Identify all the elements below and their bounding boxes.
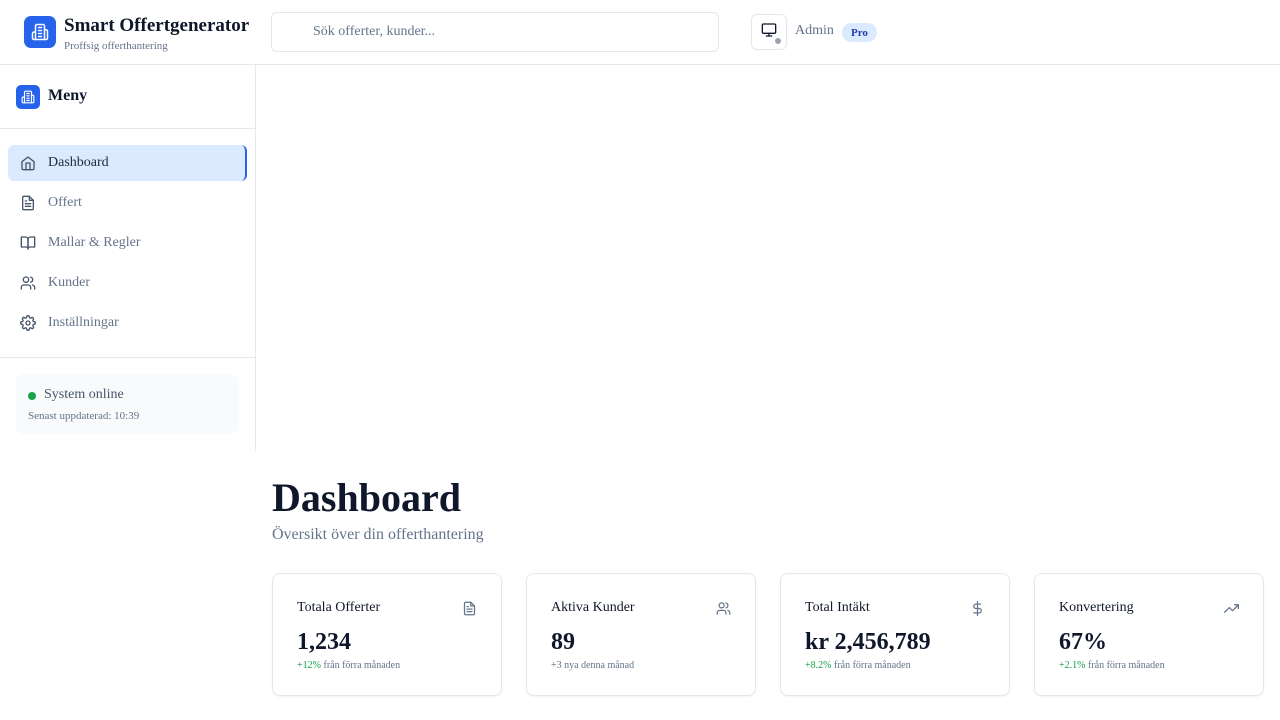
stat-card-delta: +8.2% från förra månaden xyxy=(805,660,911,671)
users-icon xyxy=(715,600,731,616)
stat-card-title: Total Intäkt xyxy=(805,600,870,615)
brand-subtitle: Proffsig offerthantering xyxy=(64,40,168,52)
stat-card-total-offers: Totala Offerter 1,234 +12% från förra må… xyxy=(272,573,502,696)
building-icon xyxy=(16,85,40,109)
book-icon xyxy=(20,235,36,251)
delta-text: från förra månaden xyxy=(1085,660,1165,671)
sidebar-item-label: Dashboard xyxy=(48,155,109,170)
stat-card-title: Konvertering xyxy=(1059,600,1134,615)
delta-text: från förra månaden xyxy=(320,660,401,671)
delta-positive: +12% xyxy=(297,660,321,671)
users-icon xyxy=(20,275,36,291)
top-header: Smart Offertgenerator Proffsig offerthan… xyxy=(0,0,1280,65)
stat-card-delta: +12% från förra månaden xyxy=(297,660,400,671)
online-status-dot xyxy=(28,392,36,400)
search-input[interactable] xyxy=(271,12,719,52)
sidebar: Meny Dashboard Offert Mallar & Regler Ku… xyxy=(0,65,256,451)
delta-text: +3 nya denna månad xyxy=(551,660,635,671)
sidebar-title: Meny xyxy=(48,87,88,104)
home-icon xyxy=(20,155,36,171)
stat-card-title: Aktiva Kunder xyxy=(551,600,635,615)
dollar-icon xyxy=(969,600,985,616)
stat-card-conversion: Konvertering 67% +2.1% från förra månade… xyxy=(1034,573,1264,696)
user-name[interactable]: Admin xyxy=(795,23,834,39)
stat-card-delta: +2.1% från förra månaden xyxy=(1059,660,1165,671)
sidebar-divider xyxy=(0,357,255,358)
monitor-button[interactable] xyxy=(751,14,787,50)
building-icon xyxy=(24,16,56,48)
delta-positive: +8.2% xyxy=(805,660,832,671)
gear-icon xyxy=(20,315,36,331)
sidebar-item-kunder[interactable]: Kunder xyxy=(8,265,247,301)
last-updated-label: Senast uppdaterad: 10:39 xyxy=(28,410,140,422)
page-subtitle: Översikt över din offerthantering xyxy=(272,526,484,543)
sidebar-item-installningar[interactable]: Inställningar xyxy=(8,305,247,341)
stat-card-value: 89 xyxy=(551,629,575,655)
stat-card-title: Totala Offerter xyxy=(297,600,381,615)
sidebar-item-label: Mallar & Regler xyxy=(48,235,141,250)
brand-title: Smart Offertgenerator xyxy=(64,15,250,36)
sidebar-header: Meny xyxy=(0,65,255,129)
system-status-label: System online xyxy=(44,387,124,402)
stat-card-value: 1,234 xyxy=(297,629,351,655)
stat-card-total-revenue: Total Intäkt kr 2,456,789 +8.2% från för… xyxy=(780,573,1010,696)
stat-card-delta: +3 nya denna månad xyxy=(551,660,634,671)
sidebar-item-label: Inställningar xyxy=(48,315,119,330)
trending-up-icon xyxy=(1223,600,1239,616)
stat-card-value: kr 2,456,789 xyxy=(805,629,931,655)
document-icon xyxy=(461,600,477,616)
stat-card-value: 67% xyxy=(1059,629,1107,655)
sidebar-item-mallar[interactable]: Mallar & Regler xyxy=(8,225,247,261)
delta-positive: +2.1% xyxy=(1059,660,1086,671)
delta-text: från förra månaden xyxy=(831,660,911,671)
plan-badge: Pro xyxy=(842,23,877,42)
page-title: Dashboard xyxy=(272,475,461,520)
sidebar-item-offert[interactable]: Offert xyxy=(8,185,247,221)
document-icon xyxy=(20,195,36,211)
sidebar-item-label: Kunder xyxy=(48,275,90,290)
sidebar-item-dashboard[interactable]: Dashboard xyxy=(8,145,247,181)
connection-status-dot xyxy=(774,37,782,45)
stat-card-active-customers: Aktiva Kunder 89 +3 nya denna månad xyxy=(526,573,756,696)
system-status-card: System online Senast uppdaterad: 10:39 xyxy=(16,374,239,434)
sidebar-item-label: Offert xyxy=(48,195,82,210)
